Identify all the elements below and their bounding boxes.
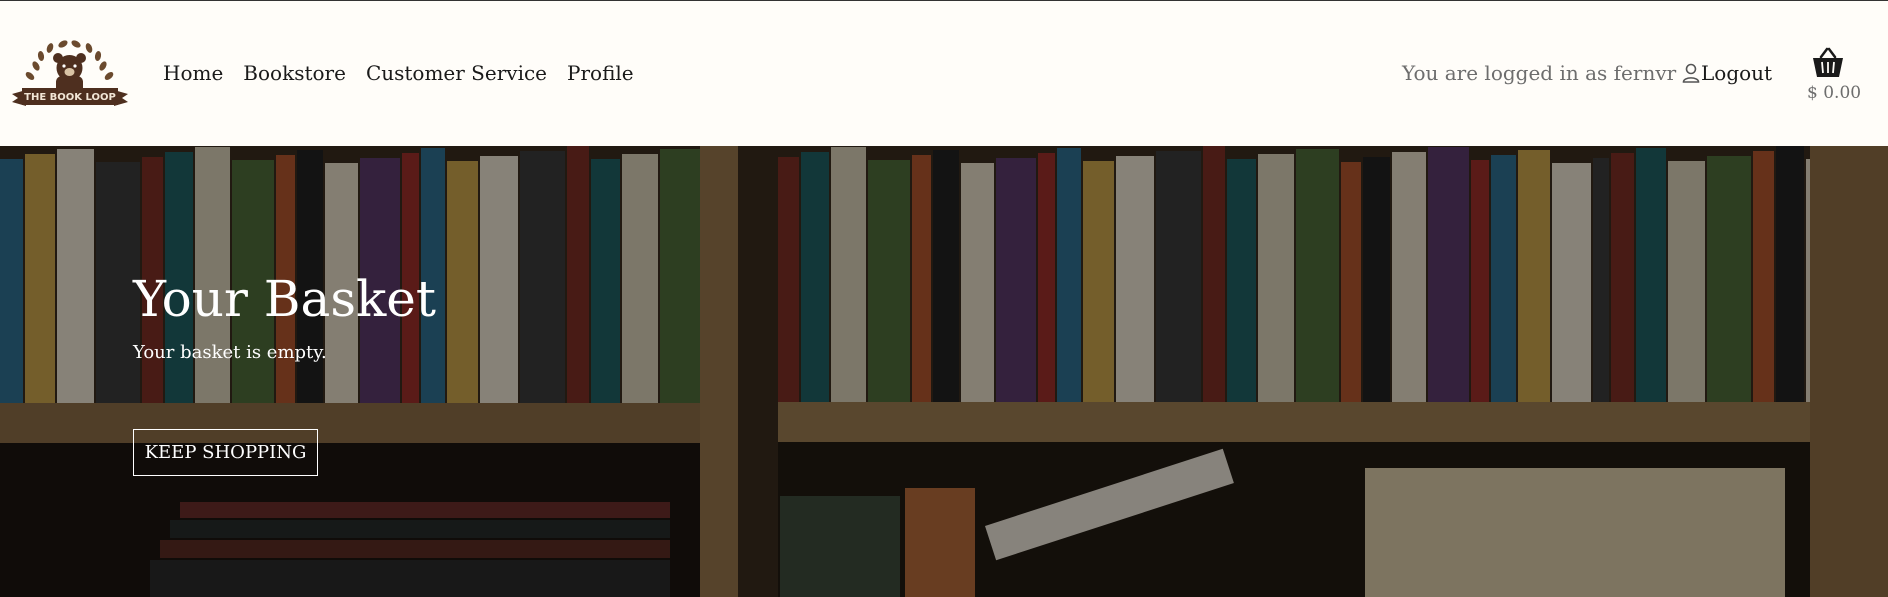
logo-text: THE BOOK LOOP <box>24 92 116 103</box>
basket-icon <box>1813 47 1843 77</box>
hero-content: Your Basket Your basket is empty. <box>133 274 436 363</box>
keep-shopping-button[interactable]: KEEP SHOPPING <box>133 429 318 476</box>
login-status-text: You are logged in as fernvr <box>1402 61 1677 85</box>
empty-basket-message: Your basket is empty. <box>133 342 327 363</box>
site-header: THE BOOK LOOP Home Bookstore Customer Se… <box>0 1 1888 146</box>
nav-bookstore[interactable]: Bookstore <box>243 61 346 85</box>
login-status: You are logged in as fernvr <box>1402 61 1700 85</box>
logout-link[interactable]: Logout <box>1701 61 1772 85</box>
nav-home[interactable]: Home <box>163 61 223 85</box>
main-nav: Home Bookstore Customer Service Profile <box>163 61 634 85</box>
hero-banner: Your Basket Your basket is empty. KEEP S… <box>0 146 1888 597</box>
basket-total: $ 0.00 <box>1807 83 1862 103</box>
nav-profile[interactable]: Profile <box>567 61 634 85</box>
page-title: Your Basket <box>133 270 436 328</box>
hero-overlay <box>0 146 1888 597</box>
user-icon[interactable] <box>1682 63 1700 83</box>
nav-customer-service[interactable]: Customer Service <box>366 61 547 85</box>
logo[interactable]: THE BOOK LOOP <box>8 36 132 112</box>
basket-button[interactable]: $ 0.00 <box>1807 47 1862 103</box>
